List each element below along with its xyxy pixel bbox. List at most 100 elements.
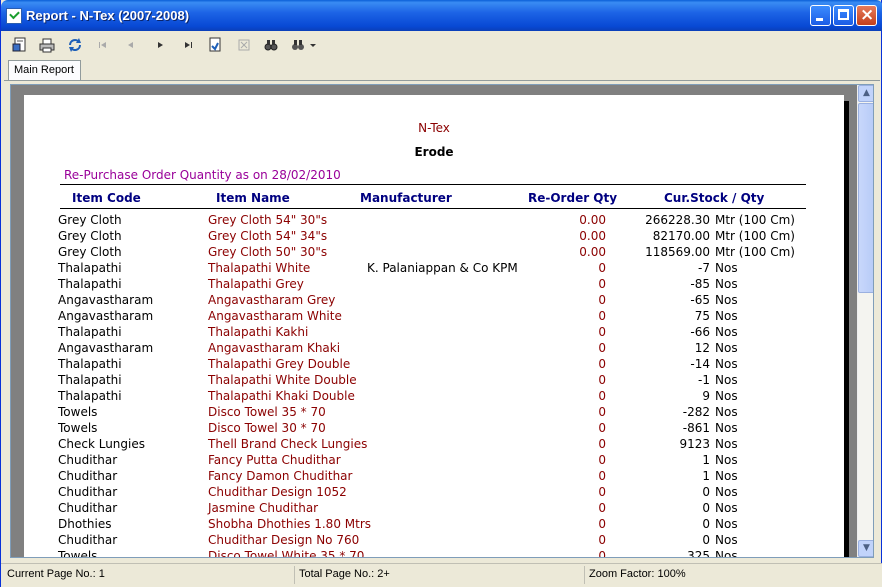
next-page-icon[interactable] xyxy=(152,37,168,53)
cell-item-name: Fancy Damon Chudithar xyxy=(208,469,353,483)
cell-unit: Nos xyxy=(715,405,738,419)
cell-cur-stock: 82170.00 xyxy=(652,229,710,243)
cell-cur-stock: -85 xyxy=(690,277,710,291)
cell-reorder-qty: 0 xyxy=(598,341,606,355)
table-row: Angavastharam Angavastharam Grey 0 -65 Nos xyxy=(24,293,844,309)
table-row: Chudithar Chudithar Design 1052 0 0 Nos xyxy=(24,485,844,501)
col-header-item-name: Item Name xyxy=(216,191,290,205)
close-button[interactable]: × xyxy=(856,5,877,26)
cell-unit: Nos xyxy=(715,421,738,435)
table-row: Chudithar Fancy Putta Chudithar 0 1 Nos xyxy=(24,453,844,469)
cell-item-name: Chudithar Design No 760 xyxy=(208,533,360,547)
cell-reorder-qty: 0 xyxy=(598,517,606,531)
cell-unit: Nos xyxy=(715,261,738,275)
report-toolbar xyxy=(4,31,880,58)
close-icon: × xyxy=(860,5,875,25)
scroll-thumb[interactable] xyxy=(858,103,873,293)
col-header-cur-stock: Cur.Stock / Qty xyxy=(664,191,765,205)
cell-item-code: Towels xyxy=(58,421,98,435)
cell-reorder-qty: 0 xyxy=(598,261,606,275)
cell-cur-stock: 0 xyxy=(702,517,710,531)
cell-item-code: Angavastharam xyxy=(58,341,154,355)
cell-cur-stock: 9 xyxy=(702,389,710,403)
scroll-up-button[interactable]: ▲ xyxy=(858,85,873,102)
cell-unit: Nos xyxy=(715,517,738,531)
cell-item-name: Shobha Dhothies 1.80 Mtrs xyxy=(208,517,372,531)
cell-cur-stock: 9123 xyxy=(679,437,710,451)
cell-cur-stock: 1 xyxy=(702,453,710,467)
cell-reorder-qty: 0 xyxy=(598,533,606,547)
cell-cur-stock: -282 xyxy=(682,405,710,419)
cell-reorder-qty: 0 xyxy=(598,469,606,483)
table-row: Thalapathi Thalapathi Grey 0 -85 Nos xyxy=(24,277,844,293)
header-bottom-rule xyxy=(60,208,806,209)
table-row: Grey Cloth Grey Cloth 54" 34"s 0.00 82170.0… xyxy=(24,229,844,245)
cell-cur-stock: 75 xyxy=(694,309,710,323)
cell-item-name: Thalapathi White Double xyxy=(208,373,357,387)
report-page: N-Tex Erode Re-Purchase Order Quantity a… xyxy=(24,95,844,558)
cell-unit: Nos xyxy=(715,357,738,371)
col-header-reorder-qty: Re-Order Qty xyxy=(528,191,618,205)
cell-cur-stock: 12 xyxy=(694,341,710,355)
cell-item-code: Chudithar xyxy=(58,533,118,547)
cell-item-code: Chudithar xyxy=(58,453,118,467)
cell-cur-stock: 1 xyxy=(702,469,710,483)
status-separator xyxy=(294,566,295,584)
cell-item-name: Grey Cloth 54" 30"s xyxy=(208,213,328,227)
cell-unit: Nos xyxy=(715,453,738,467)
cell-item-code: Check Lungies xyxy=(58,437,145,451)
status-zoom: Zoom Factor: 100% xyxy=(589,568,686,580)
scroll-down-button[interactable]: ▼ xyxy=(858,540,873,557)
cell-cur-stock: 0 xyxy=(702,485,710,499)
status-current-page: Current Page No.: 1 xyxy=(7,568,105,580)
stop-icon[interactable] xyxy=(236,37,252,53)
export-icon[interactable] xyxy=(12,37,28,53)
cell-cur-stock: 0 xyxy=(702,501,710,515)
search-icon[interactable] xyxy=(263,37,279,53)
cell-cur-stock: -66 xyxy=(690,325,710,339)
goto-page-icon[interactable] xyxy=(207,37,223,53)
first-page-icon[interactable] xyxy=(95,37,111,53)
cell-item-code: Chudithar xyxy=(58,501,118,515)
title-bar[interactable]: Report - N-Tex (2007-2008) × xyxy=(1,0,882,31)
table-row: Chudithar Chudithar Design No 760 0 0 Nos xyxy=(24,533,844,549)
cell-item-code: Dhothies xyxy=(58,517,112,531)
tab-main-report[interactable]: Main Report xyxy=(8,60,81,80)
cell-unit: Nos xyxy=(715,373,738,387)
minimize-button[interactable] xyxy=(810,5,831,26)
last-page-icon[interactable] xyxy=(180,37,196,53)
cell-unit: Nos xyxy=(715,549,738,558)
table-row: Grey Cloth Grey Cloth 50" 30"s 0.00 118569.… xyxy=(24,245,844,261)
tab-divider xyxy=(4,80,880,81)
status-separator xyxy=(584,566,585,584)
cell-cur-stock: -7 xyxy=(698,261,710,275)
zoom-icon[interactable] xyxy=(290,37,316,53)
cell-item-name: Jasmine Chudithar xyxy=(208,501,319,515)
cell-reorder-qty: 0 xyxy=(598,373,606,387)
cell-unit: Nos xyxy=(715,341,738,355)
refresh-icon[interactable] xyxy=(67,37,83,53)
cell-unit: Nos xyxy=(715,389,738,403)
cell-item-code: Chudithar xyxy=(58,485,118,499)
cell-item-code: Thalapathi xyxy=(58,373,122,387)
page-shadow xyxy=(844,101,849,557)
cell-item-code: Grey Cloth xyxy=(58,213,122,227)
vertical-scrollbar[interactable]: ▲ ▼ xyxy=(857,85,873,557)
table-row: Thalapathi Thalapathi Grey Double 0 -14 Nos xyxy=(24,357,844,373)
cell-reorder-qty: 0 xyxy=(598,421,606,435)
print-icon[interactable] xyxy=(39,37,55,53)
maximize-button[interactable] xyxy=(833,5,854,26)
col-header-item-code: Item Code xyxy=(72,191,141,205)
table-row: Thalapathi Thalapathi Khaki Double 0 9 Nos xyxy=(24,389,844,405)
cell-reorder-qty: 0 xyxy=(598,405,606,419)
header-top-rule xyxy=(60,184,806,185)
cell-item-code: Thalapathi xyxy=(58,325,122,339)
cell-reorder-qty: 0 xyxy=(598,309,606,323)
table-row: Thalapathi Thalapathi Kakhi 0 -66 Nos xyxy=(24,325,844,341)
cell-item-name: Thalapathi Khaki Double xyxy=(208,389,355,403)
cell-reorder-qty: 0 xyxy=(598,485,606,499)
prev-page-icon[interactable] xyxy=(123,37,139,53)
table-row: Angavastharam Angavastharam Khaki 0 12 Nos xyxy=(24,341,844,357)
cell-item-name: Fancy Putta Chudithar xyxy=(208,453,341,467)
status-bar: Current Page No.: 1 Total Page No.: 2+ Z… xyxy=(1,563,882,587)
